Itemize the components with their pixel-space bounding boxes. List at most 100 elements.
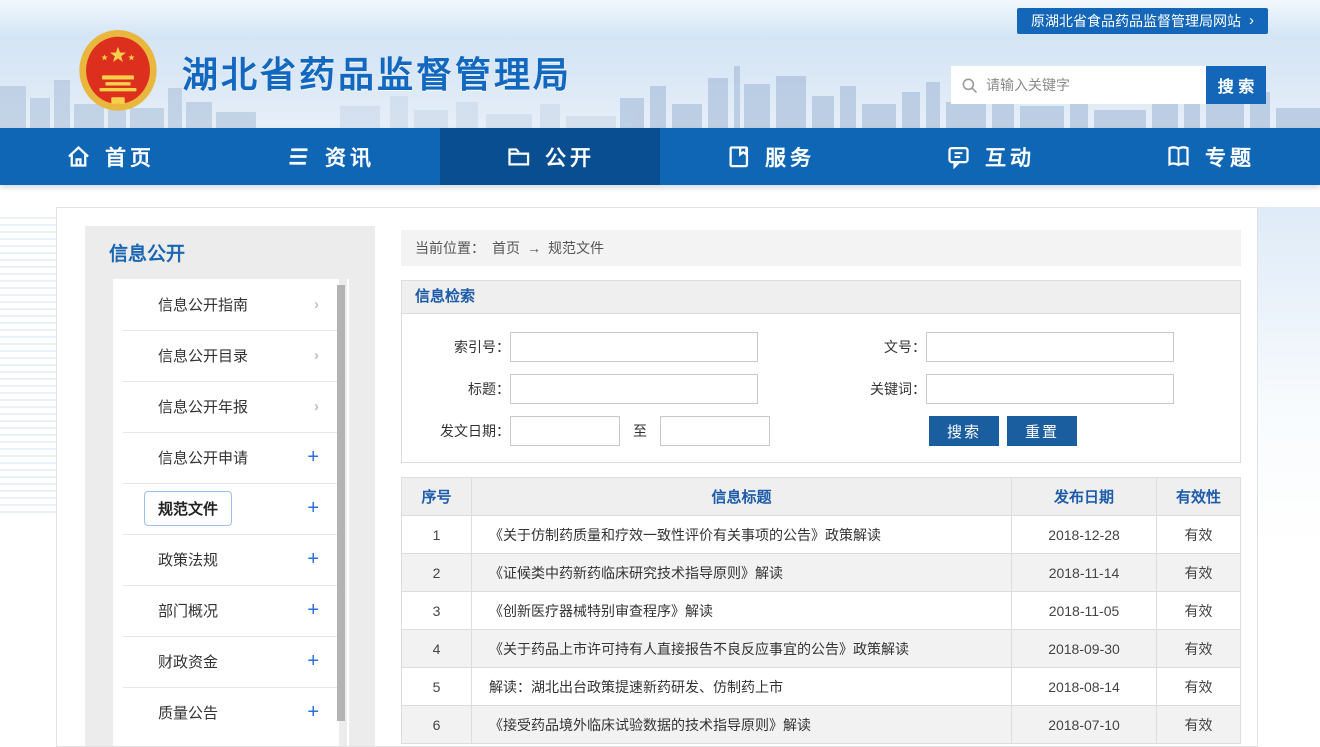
breadcrumb-separator-icon: → [527, 240, 541, 256]
title-field[interactable] [510, 374, 758, 404]
table-row: 2 《证候类中药新药临床研究技术指导原则》解读 2018-11-14 有效 [402, 554, 1241, 592]
results-table-body: 1 《关于仿制药质量和疗效一致性评价有关事项的公告》政策解读 2018-12-2… [402, 516, 1241, 744]
nav-item[interactable]: 首页 [0, 128, 220, 185]
topic-icon [1165, 143, 1192, 170]
sidebar-item[interactable]: 质量公告 + [113, 687, 349, 738]
breadcrumb-home-link[interactable]: 首页 [492, 238, 520, 258]
sidebar-menu: 信息公开指南 › 信息公开目录 › 信息公开年报 › 信息公开申请 + 规范文件… [113, 279, 349, 746]
search-icon [961, 77, 978, 94]
col-header-no: 序号 [402, 478, 472, 516]
sidebar-item[interactable]: 规范文件 + [113, 483, 349, 534]
nav-item-label: 互动 [985, 142, 1035, 172]
sidebar-item[interactable]: 信息公开指南 › [113, 279, 349, 330]
row-title-link[interactable]: 《关于仿制药质量和疗效一致性评价有关事项的公告》政策解读 [472, 516, 1012, 554]
sidebar-item[interactable]: 财政资金 + [113, 636, 349, 687]
sidebar-item-suffix-icon: › [314, 347, 319, 364]
row-title-link[interactable]: 《证候类中药新药临床研究技术指导原则》解读 [472, 554, 1012, 592]
sidebar-scrollbar-thumb[interactable] [337, 285, 345, 721]
nav-item[interactable]: 互动 [880, 128, 1100, 185]
sidebar-item-label: 质量公告 [158, 702, 218, 723]
sidebar-item-suffix-icon: + [307, 446, 319, 469]
results-table: 序号 信息标题 发布日期 有效性 1 《关于仿制药质量和疗效一致性评价有关事项的… [401, 477, 1241, 744]
site-header: 湖北省药品监督管理局 原湖北省食品药品监督管理局网站 › 搜 索 [0, 0, 1320, 128]
reset-button[interactable]: 重置 [1007, 416, 1077, 446]
site-search: 搜 索 [951, 66, 1266, 104]
nav-item-label: 专题 [1205, 142, 1255, 172]
sidebar-item[interactable]: 信息公开目录 › [113, 330, 349, 381]
row-date: 2018-11-05 [1012, 592, 1157, 630]
nav-item-label: 服务 [765, 142, 815, 172]
date-to-field[interactable] [660, 416, 770, 446]
site-search-input[interactable] [986, 66, 1206, 104]
row-date: 2018-09-30 [1012, 630, 1157, 668]
sidebar-scrollbar-track[interactable] [339, 279, 347, 746]
row-no: 6 [402, 706, 472, 744]
row-status: 有效 [1157, 516, 1241, 554]
main-content: 当前位置： 首页 → 规范文件 信息检索 索引号： 文号： 标题： [401, 230, 1241, 746]
row-date: 2018-12-28 [1012, 516, 1157, 554]
row-no: 4 [402, 630, 472, 668]
sidebar-item-label: 信息公开目录 [158, 345, 248, 366]
sidebar-item-label: 部门概况 [158, 600, 218, 621]
sidebar-item-suffix-icon: + [307, 701, 319, 724]
nav-item[interactable]: 资讯 [220, 128, 440, 185]
page-body: 信息公开 信息公开指南 › 信息公开目录 › 信息公开年报 › 信息公开申请 +… [0, 207, 1320, 747]
info-search-title: 信息检索 [402, 281, 1240, 314]
sidebar-item[interactable]: 信息公开年报 › [113, 381, 349, 432]
chevron-right-icon: › [1249, 8, 1254, 34]
table-row: 6 《接受药品境外临床试验数据的技术指导原则》解读 2018-07-10 有效 [402, 706, 1241, 744]
row-status: 有效 [1157, 554, 1241, 592]
row-status: 有效 [1157, 668, 1241, 706]
date-to-label: 至 [633, 421, 647, 441]
row-title-link[interactable]: 《关于药品上市许可持有人直接报告不良反应事宜的公告》政策解读 [472, 630, 1012, 668]
sidebar-item[interactable]: 政策法规 + [113, 534, 349, 585]
chat-icon [945, 143, 972, 170]
row-status: 有效 [1157, 592, 1241, 630]
table-row: 3 《创新医疗器械特别审查程序》解读 2018-11-05 有效 [402, 592, 1241, 630]
site-logo[interactable]: 湖北省药品监督管理局 [76, 28, 572, 116]
sidebar-item-label: 政策法规 [158, 549, 218, 570]
table-header-row: 序号 信息标题 发布日期 有效性 [402, 478, 1241, 516]
site-search-button[interactable]: 搜 索 [1206, 66, 1266, 104]
keyword-label: 关键词： [758, 379, 926, 399]
row-date: 2018-07-10 [1012, 706, 1157, 744]
sidebar-item-suffix-icon: + [307, 599, 319, 622]
service-icon [725, 143, 752, 170]
row-title-link[interactable]: 《接受药品境外临床试验数据的技术指导原则》解读 [472, 706, 1012, 744]
date-from-field[interactable] [510, 416, 620, 446]
issue-date-label: 发文日期： [402, 421, 510, 441]
row-status: 有效 [1157, 630, 1241, 668]
sidebar-item[interactable]: 信息公开申请 + [113, 432, 349, 483]
row-date: 2018-11-14 [1012, 554, 1157, 592]
folder-icon [505, 143, 532, 170]
doc-no-label: 文号： [758, 337, 926, 357]
nav-item[interactable]: 公开 [440, 128, 660, 185]
keyword-field[interactable] [926, 374, 1174, 404]
col-header-date: 发布日期 [1012, 478, 1157, 516]
search-button[interactable]: 搜索 [929, 416, 999, 446]
nav-item[interactable]: 服务 [660, 128, 880, 185]
index-no-label: 索引号： [402, 337, 510, 357]
row-title-link[interactable]: 解读：湖北出台政策提速新药研发、仿制药上市 [472, 668, 1012, 706]
sidebar-item-label: 规范文件 [144, 491, 232, 526]
nav-item-label: 资讯 [325, 142, 375, 172]
nav-item-label: 公开 [545, 142, 595, 172]
row-title-link[interactable]: 《创新医疗器械特别审查程序》解读 [472, 592, 1012, 630]
sidebar-item[interactable]: 部门概况 + [113, 585, 349, 636]
sidebar-item-suffix-icon: + [307, 650, 319, 673]
index-no-field[interactable] [510, 332, 758, 362]
title-label: 标题： [402, 379, 510, 399]
row-date: 2018-08-14 [1012, 668, 1157, 706]
old-site-link-button[interactable]: 原湖北省食品药品监督管理局网站 › [1017, 8, 1268, 34]
nav-item[interactable]: 专题 [1100, 128, 1320, 185]
sidebar-title: 信息公开 [85, 226, 375, 277]
info-search-panel: 信息检索 索引号： 文号： 标题： 关键词： 发 [401, 280, 1241, 463]
col-header-status: 有效性 [1157, 478, 1241, 516]
sidebar-item-label: 财政资金 [158, 651, 218, 672]
sidebar-item-suffix-icon: + [307, 548, 319, 571]
site-title: 湖北省药品监督管理局 [182, 46, 572, 98]
doc-no-field[interactable] [926, 332, 1174, 362]
col-header-title: 信息标题 [472, 478, 1012, 516]
sidebar: 信息公开 信息公开指南 › 信息公开目录 › 信息公开年报 › 信息公开申请 +… [85, 226, 375, 746]
breadcrumb-prefix: 当前位置： [415, 238, 485, 258]
